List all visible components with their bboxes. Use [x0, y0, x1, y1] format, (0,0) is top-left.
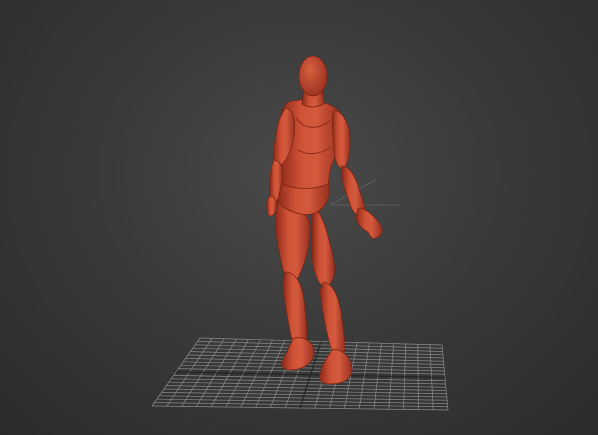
transform-gizmo — [329, 179, 400, 206]
mannequin-right-shin — [282, 271, 308, 346]
mannequin-head — [298, 55, 328, 97]
mannequin-left-upper-arm — [331, 109, 351, 169]
mannequin-right-foot — [281, 337, 315, 371]
3d-viewport[interactable] — [0, 0, 598, 435]
mannequin-left-shin — [319, 281, 346, 354]
viewport-canvas — [151, 55, 449, 411]
mannequin-model[interactable] — [266, 55, 383, 385]
mannequin-left-hand — [355, 207, 383, 239]
mannequin-right-hand — [266, 195, 278, 217]
mannequin-left-forearm — [341, 165, 366, 216]
mannequin-left-thigh — [311, 204, 335, 287]
